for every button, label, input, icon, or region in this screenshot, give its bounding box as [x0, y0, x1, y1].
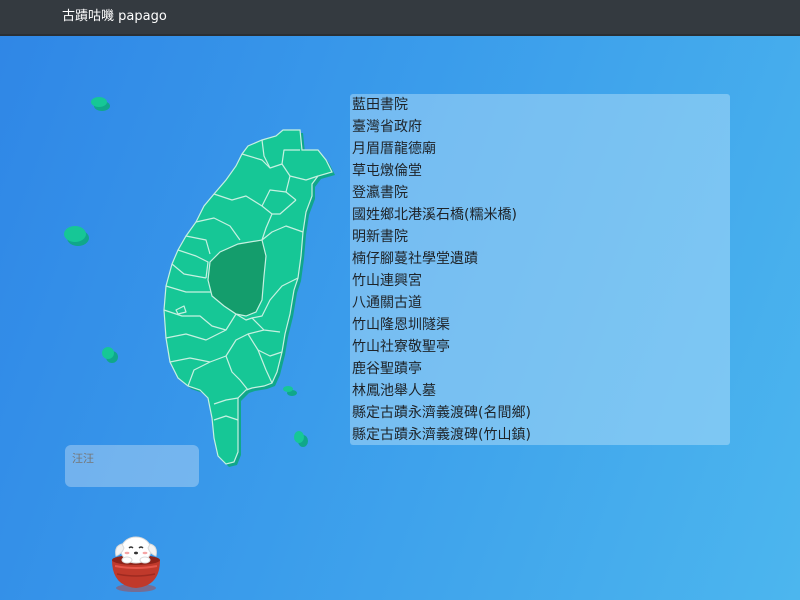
site-item[interactable]: 藍田書院: [350, 94, 730, 116]
site-item[interactable]: 鹿谷聖蹟亭: [350, 358, 730, 380]
matsu-island: [91, 97, 107, 107]
site-item[interactable]: 楠仔腳蔓社學堂遺蹟: [350, 248, 730, 270]
site-item[interactable]: 林鳳池舉人墓: [350, 380, 730, 402]
site-item[interactable]: 縣定古蹟永濟義渡碑(名間鄉): [350, 402, 730, 424]
green-island: [283, 386, 293, 392]
dog-mascot-icon[interactable]: [106, 530, 166, 596]
kinmen-island: [102, 347, 114, 359]
site-item[interactable]: 竹山連興宮: [350, 270, 730, 292]
chat-input[interactable]: [65, 445, 199, 487]
site-item[interactable]: 竹山隆恩圳隧渠: [350, 314, 730, 336]
site-item[interactable]: 登瀛書院: [350, 182, 730, 204]
site-item[interactable]: 縣定古蹟永濟義渡碑(竹山鎮): [350, 424, 730, 446]
site-item[interactable]: 草屯燉倫堂: [350, 160, 730, 182]
site-item[interactable]: 國姓鄉北港溪石橋(糯米橋): [350, 204, 730, 226]
penghu-island: [64, 226, 86, 242]
site-item[interactable]: 明新書院: [350, 226, 730, 248]
site-item[interactable]: 八通關古道: [350, 292, 730, 314]
site-item[interactable]: 臺灣省政府: [350, 116, 730, 138]
site-item[interactable]: 竹山社寮敬聖亭: [350, 336, 730, 358]
heritage-site-list: 藍田書院 臺灣省政府 月眉厝龍德廟 草屯燉倫堂 登瀛書院 國姓鄉北港溪石橋(糯米…: [350, 94, 730, 445]
site-item[interactable]: 月眉厝龍德廟: [350, 138, 730, 160]
orchid-island: [294, 431, 304, 443]
